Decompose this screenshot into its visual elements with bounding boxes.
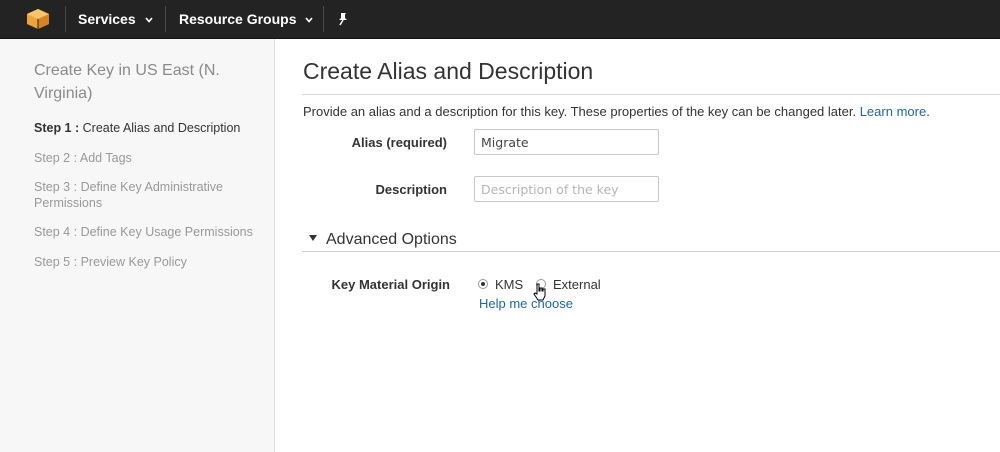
help-me-choose-link[interactable]: Help me choose xyxy=(479,296,573,311)
key-material-origin-label: Key Material Origin xyxy=(331,277,450,292)
radio-selected-dot xyxy=(481,282,485,286)
step-4[interactable]: Step 4 : Define Key Usage Permissions xyxy=(34,224,264,240)
step-label: Preview Key Policy xyxy=(80,255,187,269)
step-label: Define Key Usage Permissions xyxy=(80,225,253,239)
caret-down-icon xyxy=(309,235,317,241)
step-number: Step 4 : xyxy=(34,225,78,239)
top-nav-bar: Services Resource Groups xyxy=(0,0,1000,39)
chevron-down-icon xyxy=(305,17,314,23)
step-3[interactable]: Step 3 : Define Key Administrative Permi… xyxy=(34,179,244,211)
kms-radio-label[interactable]: KMS xyxy=(495,277,523,292)
nav-divider xyxy=(165,6,166,32)
alias-input[interactable] xyxy=(474,129,659,155)
sidebar-title: Create Key in US East (N. Virginia) xyxy=(34,62,220,102)
intro-text: Provide an alias and a description for t… xyxy=(303,104,930,119)
advanced-divider xyxy=(302,251,1000,252)
description-input[interactable] xyxy=(474,176,659,202)
kms-radio[interactable] xyxy=(478,279,488,289)
wizard-sidebar: Create Key in US East (N. Virginia) Step… xyxy=(0,39,275,452)
step-number: Step 3 : xyxy=(34,180,78,194)
services-label: Services xyxy=(78,11,136,27)
step-label: Add Tags xyxy=(79,151,132,165)
intro-sentence: Provide an alias and a description for t… xyxy=(303,104,857,119)
external-radio-label[interactable]: External xyxy=(553,277,601,292)
advanced-options-toggle[interactable]: Advanced Options xyxy=(308,231,457,249)
resource-groups-menu[interactable]: Resource Groups xyxy=(179,0,314,38)
title-divider xyxy=(302,94,1000,95)
hand-pointer-cursor-icon xyxy=(533,283,546,301)
nav-divider xyxy=(65,6,66,32)
services-menu[interactable]: Services xyxy=(78,0,154,38)
step-number: Step 5 : xyxy=(34,255,78,269)
step-number: Step 1 : xyxy=(34,121,80,135)
learn-more-link[interactable]: Learn more xyxy=(860,104,926,119)
nav-divider xyxy=(323,6,324,32)
step-5[interactable]: Step 5 : Preview Key Policy xyxy=(34,254,264,270)
pin-icon[interactable] xyxy=(336,12,350,26)
intro-period: . xyxy=(926,104,930,119)
chevron-down-icon xyxy=(145,17,153,23)
step-label: Create Alias and Description xyxy=(82,121,241,135)
step-1[interactable]: Step 1 : Create Alias and Description xyxy=(34,120,264,136)
resource-groups-label: Resource Groups xyxy=(179,11,297,27)
step-2[interactable]: Step 2 : Add Tags xyxy=(34,150,264,166)
advanced-options-heading: Advanced Options xyxy=(326,231,457,248)
aws-cube-logo-icon[interactable] xyxy=(27,9,49,29)
description-label: Description xyxy=(375,182,447,197)
page-title: Create Alias and Description xyxy=(303,58,594,84)
step-number: Step 2 : xyxy=(34,151,78,165)
alias-label: Alias (required) xyxy=(351,135,447,150)
